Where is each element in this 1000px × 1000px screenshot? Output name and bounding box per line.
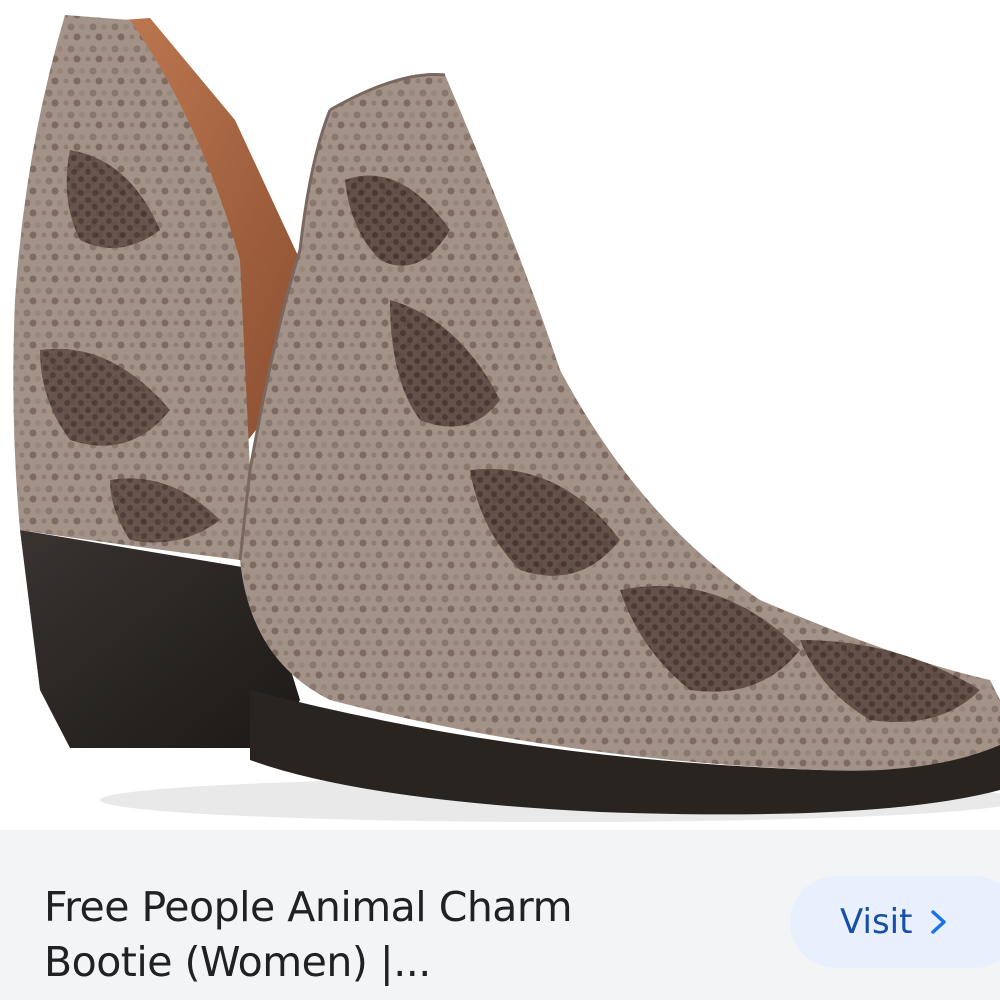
search-result-card: Free People Animal Charm Bootie (Women) …: [0, 0, 1000, 1000]
visit-button-label: Visit: [840, 902, 913, 942]
product-image[interactable]: [0, 0, 1000, 830]
product-title-line2: Bootie (Women) |...: [44, 938, 431, 986]
visit-button[interactable]: Visit: [790, 876, 1000, 968]
product-title-line1: Free People Animal Charm: [44, 883, 573, 931]
chevron-right-icon: [931, 910, 947, 934]
product-title[interactable]: Free People Animal Charm Bootie (Women) …: [44, 880, 744, 990]
